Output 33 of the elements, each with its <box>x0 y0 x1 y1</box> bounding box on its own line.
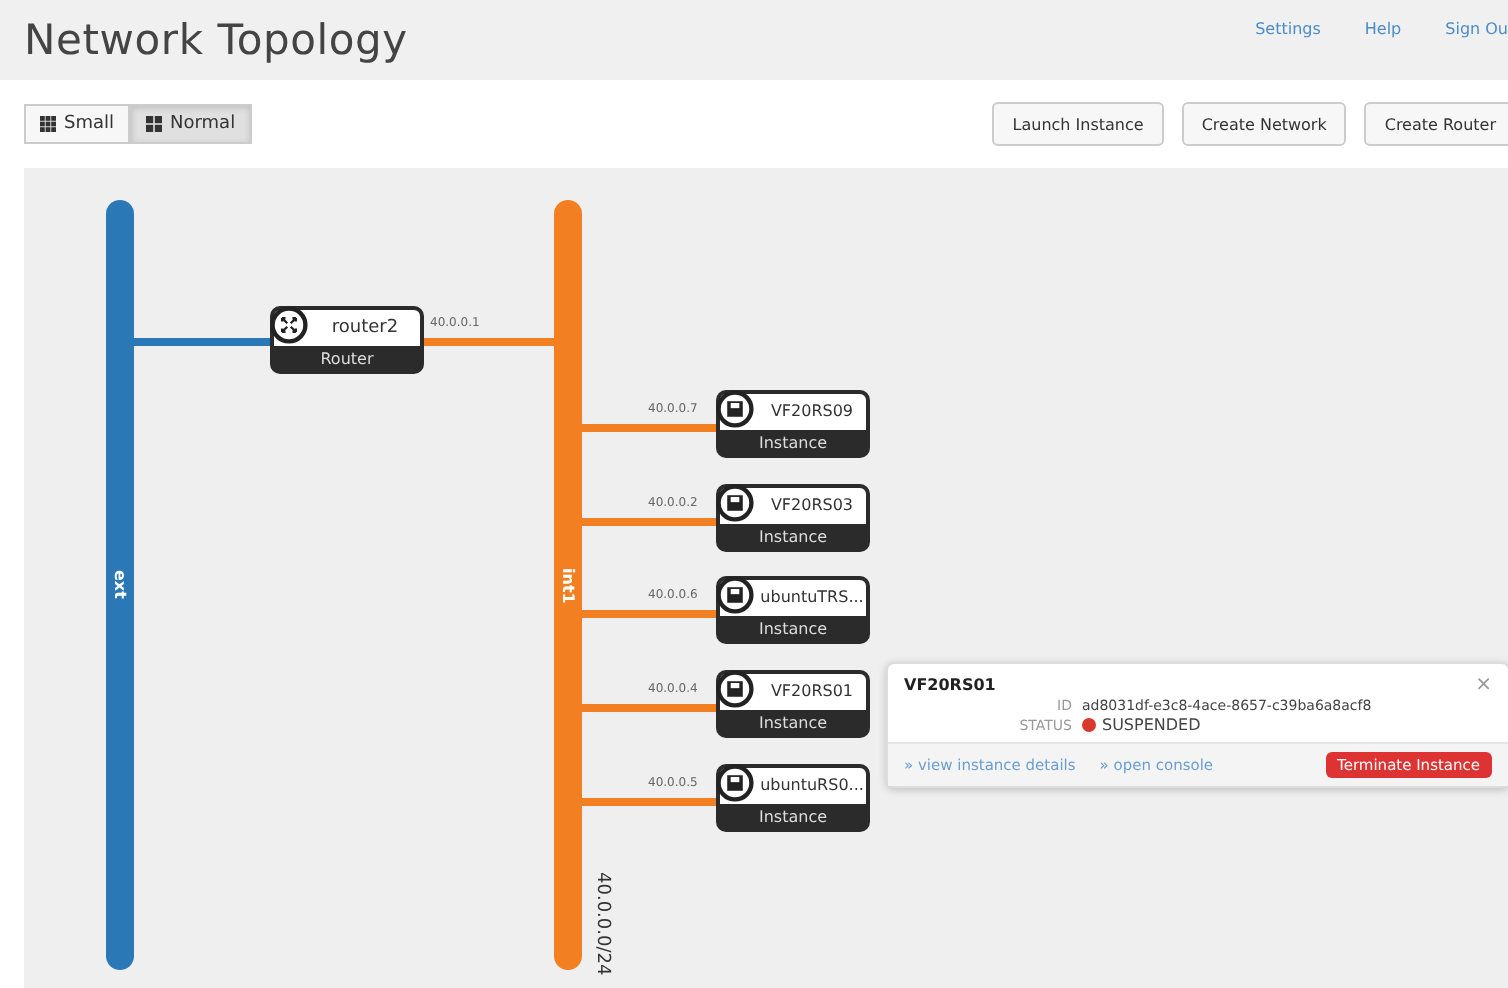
router-icon <box>270 306 308 344</box>
network-name: ext <box>111 570 129 600</box>
instance-node[interactable]: VF20RS03 Instance <box>716 483 870 552</box>
node-type: Instance <box>758 525 828 550</box>
node-type: Instance <box>758 618 828 643</box>
instance-node[interactable]: VF20RS01 Instance <box>716 670 870 739</box>
node-type: Router <box>320 348 374 372</box>
action-button[interactable]: Create Network <box>1181 102 1347 146</box>
view-toggle-button[interactable]: Small <box>24 104 130 144</box>
network-cidr: 40.0.0.0/24 <box>592 872 612 976</box>
instance-node[interactable]: VF20RS09 Instance <box>716 390 870 458</box>
disk-icon <box>716 483 754 522</box>
node-type: Instance <box>758 712 828 737</box>
status-dot-icon <box>1082 718 1096 732</box>
disk-icon <box>716 576 754 615</box>
large-grid-icon <box>146 116 162 132</box>
disk-icon <box>716 670 754 709</box>
instance-node[interactable]: ubuntuTRS... Instance <box>716 576 870 645</box>
instance-status: SUSPENDED <box>1102 716 1201 734</box>
small-grid-icon <box>40 116 56 132</box>
disk-icon <box>716 390 754 428</box>
action-button[interactable]: Launch Instance <box>992 102 1164 146</box>
view-toggle-button[interactable]: Normal <box>130 104 252 144</box>
action-button[interactable]: Create Router <box>1364 102 1508 146</box>
network-bar[interactable]: ext <box>106 200 134 970</box>
router-node[interactable]: router2 Router <box>270 306 424 374</box>
node-type: Instance <box>758 432 828 456</box>
disk-icon <box>716 763 754 802</box>
instance-node[interactable]: ubuntuRS0... Instance <box>716 763 870 832</box>
network-name: int1 <box>559 567 577 603</box>
popover-title: VF20RS01 <box>904 676 996 694</box>
page-title: Network Topology <box>24 16 408 64</box>
node-type: Instance <box>758 805 828 830</box>
